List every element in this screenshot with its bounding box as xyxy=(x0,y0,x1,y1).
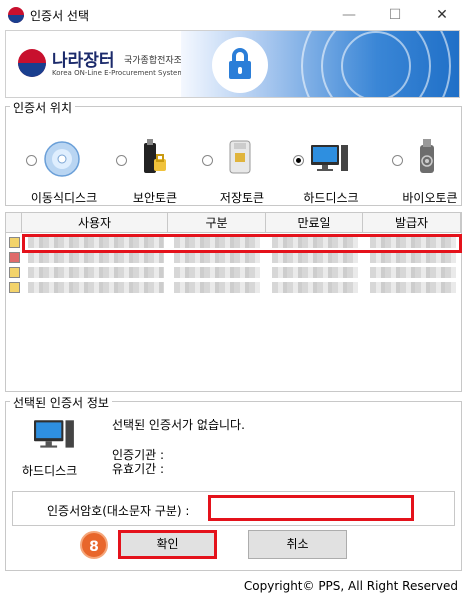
cancel-button[interactable]: 취소 xyxy=(248,530,347,559)
selected-cert-info-group: 선택된 인증서 정보 하드디스크 선택된 인증서가 없습니다. 인증기관 : 유… xyxy=(5,394,462,571)
minimize-button[interactable]: — xyxy=(326,0,372,30)
highlight-box xyxy=(22,234,462,253)
computer-icon xyxy=(34,420,74,448)
title-bar: 인증서 선택 — ☐ ✕ xyxy=(0,0,465,30)
copyright-text: Copyright© PPS, All Right Reserved xyxy=(243,579,458,593)
validity-label: 유효기간 : xyxy=(112,462,165,476)
radio-button[interactable] xyxy=(202,155,213,166)
selected-cert-info-title: 선택된 인증서 정보 xyxy=(10,394,112,411)
radio-button[interactable] xyxy=(116,155,127,166)
location-option-hard-disk[interactable]: 하드디스크 xyxy=(293,121,381,205)
location-option-bio-token[interactable]: 바이오토큰 xyxy=(392,121,465,205)
location-label: 보안토큰 xyxy=(132,191,178,205)
column-header-user[interactable]: 사용자 xyxy=(22,213,168,233)
certificate-expired-icon xyxy=(9,252,20,263)
certificate-icon xyxy=(9,282,20,293)
password-label: 인증서암호(대소문자 구분) : xyxy=(47,504,190,518)
location-label: 바이오토큰 xyxy=(402,191,458,205)
logo-main-text: 나라장터 xyxy=(52,51,115,71)
bio-token-icon xyxy=(420,139,434,173)
radio-button[interactable] xyxy=(26,155,37,166)
maximize-button[interactable]: ☐ xyxy=(372,0,418,30)
column-header-issuer[interactable]: 발급자 xyxy=(363,213,461,233)
security-token-icon xyxy=(144,139,166,173)
window-title: 인증서 선택 xyxy=(30,9,90,23)
close-button[interactable]: ✕ xyxy=(419,0,465,30)
cert-location-group: 인증서 위치 이동식디스크 보안토큰 저장토큰 하드디스크 바이오토큰 xyxy=(5,99,465,206)
cd-disk-icon xyxy=(44,141,80,177)
location-label: 하드디스크 xyxy=(303,191,359,205)
radio-button[interactable] xyxy=(392,155,403,166)
korea-emblem-icon xyxy=(18,49,46,77)
selected-device-label: 하드디스크 xyxy=(22,464,78,478)
table-row[interactable] xyxy=(6,280,461,295)
password-row: 인증서암호(대소문자 구분) : xyxy=(12,491,455,526)
logo-english-text: Korea ON-Line E-Procurement System xyxy=(52,69,185,77)
confirm-button[interactable]: 확인 xyxy=(118,530,217,559)
step-badge: 8 xyxy=(80,531,108,559)
certificate-icon xyxy=(9,267,20,278)
location-label: 저장토큰 xyxy=(219,191,265,205)
location-option-removable-disk[interactable]: 이동식디스크 xyxy=(26,121,114,205)
app-logo-icon xyxy=(8,7,24,23)
location-option-storage-token[interactable]: 저장토큰 xyxy=(202,121,290,205)
column-header-expiry[interactable]: 만료일 xyxy=(266,213,363,233)
radio-button-selected[interactable] xyxy=(293,155,304,166)
banner: 나라장터 국가종합전자조달 Korea ON-Line E-Procuremen… xyxy=(5,30,460,98)
cert-location-title: 인증서 위치 xyxy=(10,99,76,116)
certificate-icon xyxy=(9,237,20,248)
password-input[interactable] xyxy=(208,495,414,521)
location-label: 이동식디스크 xyxy=(30,191,98,205)
column-header-type[interactable]: 구분 xyxy=(168,213,266,233)
storage-token-icon xyxy=(229,140,251,174)
no-selection-message: 선택된 인증서가 없습니다. xyxy=(112,418,245,432)
table-row[interactable] xyxy=(6,265,461,280)
location-option-security-token[interactable]: 보안토큰 xyxy=(116,121,204,205)
computer-icon xyxy=(311,145,348,171)
